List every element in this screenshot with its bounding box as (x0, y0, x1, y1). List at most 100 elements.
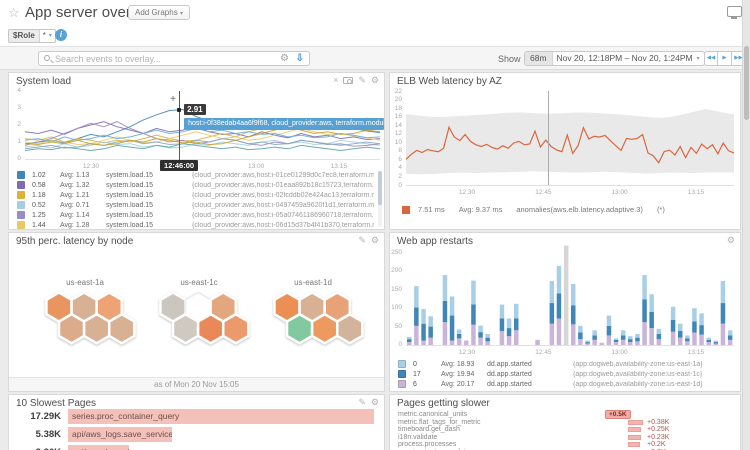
event-search-box[interactable]: ⚙ ⇩ (38, 51, 310, 66)
legend-row[interactable]: 1.18Avg: 1.21system.load.15{cloud_provid… (17, 190, 374, 200)
change-list-row[interactable]: process.processes +0.2K (390, 441, 740, 448)
change-list-row[interactable]: i18n.validate +0.23K (390, 434, 740, 441)
gear-icon[interactable]: ⚙ (371, 75, 379, 86)
as-of-footer: as of Mon 20 Nov 15:05 (9, 377, 384, 391)
toplist-bar: api/aws_logs.save_services (68, 427, 172, 442)
legend-swatch (17, 171, 25, 179)
toplist-value: 17.29K (9, 409, 61, 424)
hex-group-label: us-east-1a (32, 278, 138, 287)
widget-system-load: System load × ✎ ⚙ 01234 12:3013:0013:15 … (8, 72, 385, 230)
play-button[interactable]: ▶ (718, 51, 732, 66)
template-variable-row: $Role * ▾ i (0, 26, 750, 46)
hex-group-label: us-east-1c (146, 278, 252, 287)
scrollbar-thumb[interactable] (744, 46, 749, 120)
change-bar (628, 420, 643, 425)
legend-row[interactable]: 6Avg: 20.17dd.app.started{app:dogweb,ava… (398, 379, 732, 389)
show-label: Show (498, 54, 521, 64)
legend-value: 7.51 ms (418, 205, 445, 214)
change-value: +0.23K (647, 434, 669, 441)
legend-suffix: (*) (657, 205, 665, 214)
caret-down-icon: ▾ (180, 11, 183, 17)
legend-scrollbar[interactable] (378, 171, 382, 227)
rewind-button[interactable]: ◀◀ (704, 51, 718, 66)
pencil-icon[interactable]: ✎ (358, 235, 366, 246)
change-value: +0.38K (647, 419, 669, 426)
toplist-row[interactable]: 3.26Kapi/aws_logs.check (9, 445, 384, 450)
elb-latency-chart[interactable] (406, 91, 734, 185)
caret-down-icon: ▾ (49, 30, 55, 42)
legend-row[interactable]: 1.02Avg: 1.13system.load.15{cloud_provid… (17, 170, 374, 180)
toplist-row[interactable]: 17.29Kseries.proc_container_query (9, 409, 384, 424)
legend-row[interactable]: 1.44Avg: 1.28system.load.15{cloud_provid… (17, 220, 374, 230)
template-variable-value: * (40, 30, 49, 42)
page-name: timeboard.get_dash (398, 426, 460, 433)
hex-cluster[interactable] (260, 291, 366, 349)
camera-snapshot-icon[interactable] (343, 77, 353, 84)
favorite-star-icon[interactable]: ☆ (8, 5, 20, 21)
time-playback-controls: ◀◀ ▶ ▶▶ (704, 51, 746, 66)
tv-mode-icon[interactable] (727, 6, 742, 17)
event-toolbar: ⚙ ⇩ Show 68m Nov 20, 12:18PM – Nov 20, 1… (0, 46, 750, 70)
legend-swatch (398, 360, 406, 368)
pencil-icon[interactable]: ✎ (358, 397, 366, 408)
time-duration: 68m (525, 52, 553, 65)
info-icon[interactable]: i (55, 29, 67, 41)
legend-metric: anomalies(aws.elb.latency.adaptive.3) (516, 205, 643, 214)
toplist-row[interactable]: 5.38K api/aws_logs.save_services (9, 427, 384, 442)
legend-row[interactable]: 1.25Avg: 1.14system.load.15{cloud_provid… (17, 210, 374, 220)
pencil-icon[interactable]: ✎ (358, 75, 366, 86)
legend-swatch (17, 211, 25, 219)
change-bar (628, 427, 641, 432)
legend-table: 1.02Avg: 1.13system.load.15{cloud_provid… (17, 170, 374, 230)
legend-row[interactable]: 17Avg: 19.94dd.app.started{app:dogweb,av… (398, 369, 732, 379)
page-scrollbar[interactable] (742, 0, 750, 450)
x-axis-line (25, 159, 380, 160)
legend-swatch (17, 221, 25, 229)
time-range-text: Nov 20, 12:18PM – Nov 20, 1:24PM (553, 52, 697, 65)
legend-swatch (398, 370, 406, 378)
widget-title: 95th perc. latency by node (16, 236, 133, 247)
caret-down-icon: ▾ (697, 52, 704, 65)
close-icon[interactable]: × (333, 75, 338, 86)
system-load-chart[interactable] (25, 91, 380, 159)
page-name: metric.canonical_units (398, 411, 467, 418)
legend-row[interactable]: 0Avg: 18.93dd.app.started{app:dogweb,ava… (398, 359, 732, 369)
change-bar (628, 442, 640, 447)
widget-latency-by-node: 95th perc. latency by node ✎ ⚙ us-east-1… (8, 232, 385, 392)
page-name: metric.flat_tags_for_metric (398, 419, 480, 426)
gear-icon[interactable]: ⚙ (371, 235, 379, 246)
page-name: i18n.validate (398, 434, 437, 441)
change-bar (628, 435, 641, 440)
widget-slowest-pages: 10 Slowest Pages ✎ ⚙ 17.29Kseries.proc_c… (8, 394, 385, 450)
widget-title: Pages getting slower (397, 398, 490, 409)
widget-elb-latency: ELB Web latency by AZ 024681012141618202… (389, 72, 741, 230)
change-list-row[interactable]: metric.flat_tags_for_metric +0.38K (390, 419, 740, 426)
crosshair-line (548, 91, 549, 185)
hex-cluster[interactable] (146, 291, 252, 349)
gear-icon[interactable]: ⚙ (371, 397, 379, 408)
toplist-value: 5.38K (9, 427, 61, 442)
legend-row[interactable]: 7.51 ms Avg: 9.37 ms anomalies(aws.elb.l… (402, 205, 679, 214)
widget-title: ELB Web latency by AZ (397, 76, 502, 87)
dashboard-page: ☆ App server overview Add Graphs ▾ $Role… (0, 0, 750, 450)
hex-cluster[interactable] (32, 291, 138, 349)
legend-swatch (402, 206, 410, 214)
search-input[interactable] (55, 52, 265, 65)
overlay-events-icon[interactable]: ⇩ (296, 53, 304, 64)
legend-swatch (17, 181, 25, 189)
x-axis-line (406, 345, 734, 346)
legend-row[interactable]: 0.58Avg: 1.32system.load.15{cloud_provid… (17, 180, 374, 190)
restarts-bar-chart[interactable] (406, 241, 734, 347)
add-graphs-button[interactable]: Add Graphs ▾ (128, 5, 190, 20)
change-list-row[interactable]: timeboard.get_dash+0.25K (390, 426, 740, 433)
widget-title: System load (16, 76, 71, 87)
legend-row[interactable]: 0.52Avg: 0.71system.load.15{cloud_provid… (17, 200, 374, 210)
gear-icon[interactable]: ⚙ (280, 53, 289, 64)
page-name: process.processes (398, 441, 456, 448)
change-value: +0.2K (647, 441, 666, 448)
template-variable-role[interactable]: $Role * ▾ (8, 29, 56, 43)
widget-web-app-restarts: Web app restarts ⚙ 050100150200250 12:30… (389, 232, 741, 392)
time-range-selector[interactable]: 68m Nov 20, 12:18PM – Nov 20, 1:24PM ▾ (524, 51, 705, 66)
legend-swatch (398, 380, 406, 388)
change-list-row[interactable]: metric.canonical_units+0.5K (390, 411, 740, 418)
